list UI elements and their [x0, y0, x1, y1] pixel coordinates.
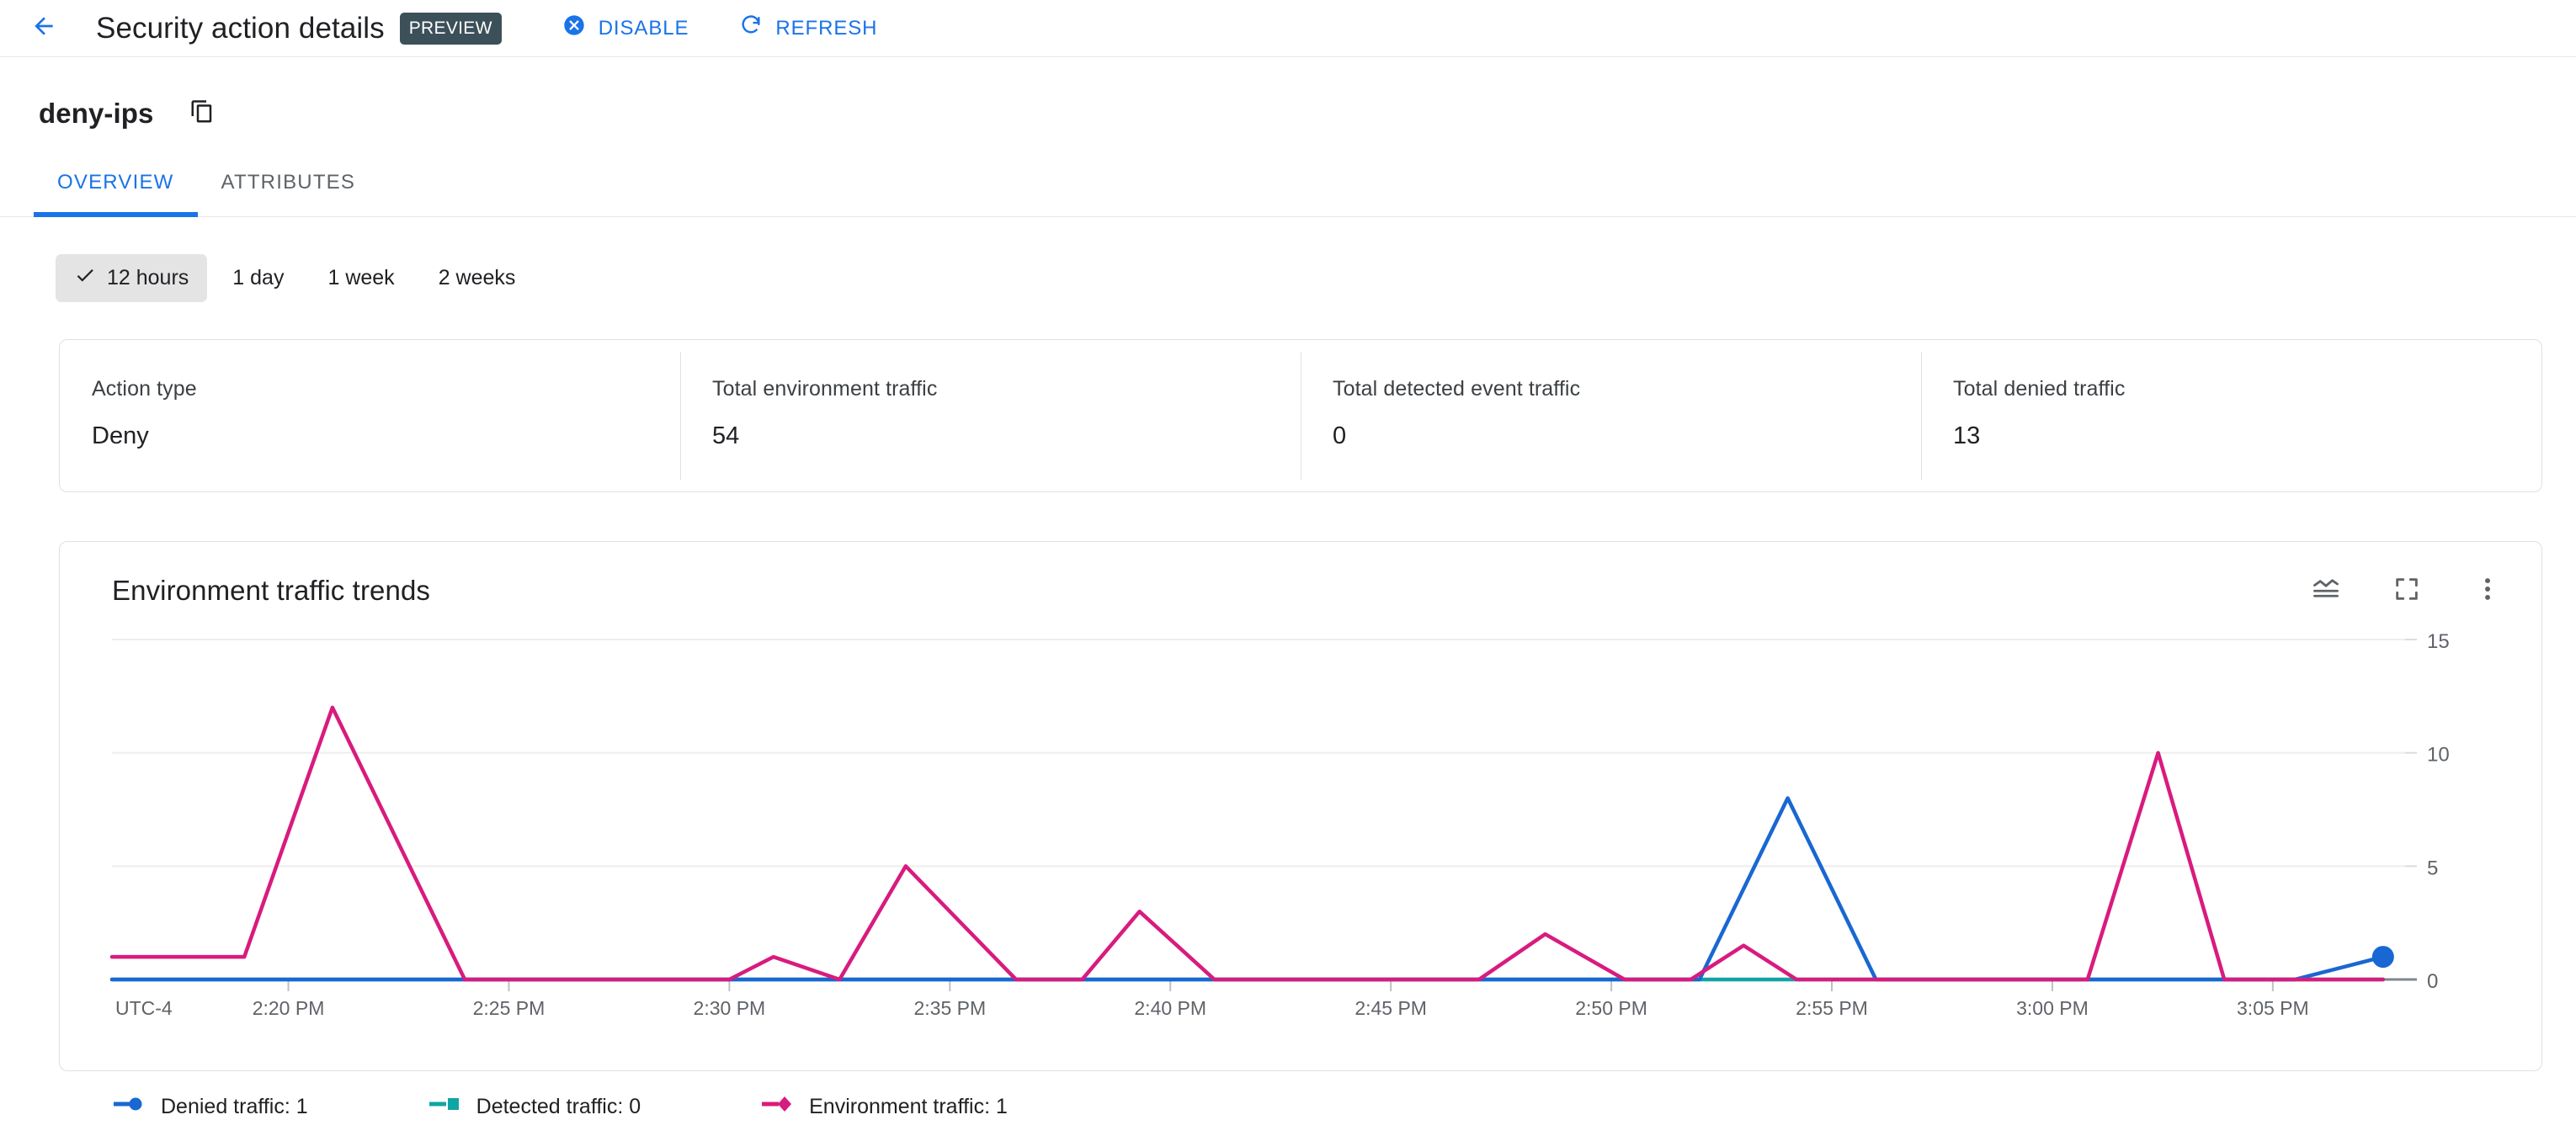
y-axis-tick-label: 5 — [2427, 857, 2438, 879]
x-axis-tick-label: 2:50 PM — [1575, 997, 1647, 1019]
chart-plot-area[interactable]: 0 5 10 15 UTC-4 2:20 PM 2:25 PM 2:30 PM 2:35 PM 2… — [60, 626, 2541, 1070]
x-axis-tick-label: 2:45 PM — [1355, 997, 1427, 1019]
refresh-button-label: REFRESH — [775, 16, 878, 40]
x-axis-tick-label: 2:20 PM — [253, 997, 325, 1019]
time-range-selector: 12 hours 1 day 1 week 2 weeks — [0, 217, 2576, 302]
tab-overview-label: OVERVIEW — [57, 170, 174, 194]
series-end-marker-denied-traffic — [2371, 946, 2394, 969]
legend-marker-square-icon — [428, 1095, 465, 1119]
tab-attributes-label: ATTRIBUTES — [221, 170, 356, 194]
summary-stats-card: Action type Deny Total environment traff… — [59, 339, 2542, 492]
arrow-back-icon — [30, 13, 57, 44]
stat-value: 0 — [1333, 422, 1347, 449]
legend-item-detected-traffic[interactable]: Detected traffic: 0 — [428, 1095, 641, 1119]
legend-marker-diamond-icon — [760, 1095, 797, 1119]
app-bar: Security action details PREVIEW DISABLE … — [0, 0, 2576, 57]
copy-icon — [189, 99, 215, 129]
fullscreen-icon — [2392, 575, 2421, 608]
back-button[interactable] — [22, 7, 66, 50]
stat-label: Total denied traffic — [1953, 377, 2126, 401]
x-axis-tick-label: 2:40 PM — [1134, 997, 1206, 1019]
resource-header: deny-ips — [0, 57, 2576, 131]
chart-toolbar — [2307, 572, 2506, 609]
stat-total-environment-traffic: Total environment traffic 54 — [680, 340, 1301, 491]
legend-marker-circle-icon — [112, 1095, 149, 1119]
x-axis-tick-label: 2:30 PM — [694, 997, 766, 1019]
traffic-trends-svg: 0 5 10 15 UTC-4 2:20 PM 2:25 PM 2:30 PM 2:35 PM 2… — [109, 630, 2450, 1019]
chart-type-icon — [2311, 574, 2341, 608]
time-range-1-week[interactable]: 1 week — [309, 256, 412, 300]
time-range-1-day-label: 1 day — [232, 266, 285, 289]
y-axis-tick-label: 10 — [2427, 744, 2450, 767]
y-axis-tick-label: 0 — [2427, 970, 2438, 993]
x-axis-tick-label: 2:25 PM — [473, 997, 546, 1019]
more-options-button[interactable] — [2469, 572, 2506, 609]
chart-type-button[interactable] — [2307, 572, 2344, 609]
resource-name: deny-ips — [39, 98, 154, 129]
time-range-1-week-label: 1 week — [327, 266, 395, 289]
check-icon — [74, 264, 96, 292]
x-axis-tick-label: 3:00 PM — [2016, 997, 2089, 1019]
time-range-2-weeks-label: 2 weeks — [438, 266, 516, 289]
tab-bar: OVERVIEW ATTRIBUTES — [0, 162, 2576, 217]
disable-button-label: DISABLE — [598, 16, 689, 40]
x-axis-tick-label: 2:35 PM — [913, 997, 986, 1019]
legend-label: Environment traffic: 1 — [809, 1095, 1008, 1118]
preview-badge: PREVIEW — [399, 12, 502, 45]
stat-total-denied-traffic: Total denied traffic 13 — [1921, 340, 2541, 491]
tab-overview[interactable]: OVERVIEW — [34, 162, 198, 217]
refresh-button[interactable]: REFRESH — [731, 7, 886, 50]
time-range-1-day[interactable]: 1 day — [214, 256, 302, 300]
cancel-circle-icon — [562, 13, 586, 43]
stat-action-type: Action type Deny — [60, 340, 680, 491]
tab-attributes[interactable]: ATTRIBUTES — [198, 162, 380, 216]
chart-header: Environment traffic trends — [60, 542, 2541, 609]
app-bar-actions: DISABLE REFRESH — [554, 7, 886, 50]
time-range-12-hours[interactable]: 12 hours — [56, 254, 208, 302]
more-vert-icon — [2473, 575, 2502, 608]
stat-value: Deny — [92, 422, 149, 449]
series-line-environment-traffic — [109, 705, 2386, 982]
stat-label: Total detected event traffic — [1333, 377, 1581, 401]
stat-total-detected-event-traffic: Total detected event traffic 0 — [1301, 340, 1921, 491]
copy-resource-name-button[interactable] — [184, 96, 220, 131]
x-axis-timezone-label: UTC-4 — [115, 997, 173, 1019]
page-title: Security action details — [96, 11, 385, 45]
refresh-icon — [739, 13, 763, 43]
chart-legend: Denied traffic: 1 Detected traffic: 0 En… — [112, 1095, 1008, 1119]
environment-traffic-trends-card: Environment traffic trends 0 5 10 15 UTC… — [59, 541, 2542, 1118]
x-axis-tick-label: 2:55 PM — [1796, 997, 1868, 1019]
time-range-2-weeks[interactable]: 2 weeks — [420, 256, 535, 300]
fullscreen-button[interactable] — [2388, 572, 2425, 609]
y-axis-tick-label: 15 — [2427, 630, 2450, 653]
stat-label: Total environment traffic — [712, 377, 938, 401]
legend-label: Detected traffic: 0 — [476, 1095, 641, 1118]
stat-value: 13 — [1953, 422, 1981, 449]
chart-title: Environment traffic trends — [112, 575, 430, 606]
legend-item-environment-traffic[interactable]: Environment traffic: 1 — [760, 1095, 1008, 1119]
legend-label: Denied traffic: 1 — [161, 1095, 308, 1118]
legend-item-denied-traffic[interactable]: Denied traffic: 1 — [112, 1095, 308, 1119]
time-range-12-hours-label: 12 hours — [107, 266, 189, 289]
x-axis-tick-label: 3:05 PM — [2237, 997, 2309, 1019]
stat-label: Action type — [92, 377, 197, 401]
stat-value: 54 — [712, 422, 740, 449]
disable-button[interactable]: DISABLE — [554, 7, 698, 50]
